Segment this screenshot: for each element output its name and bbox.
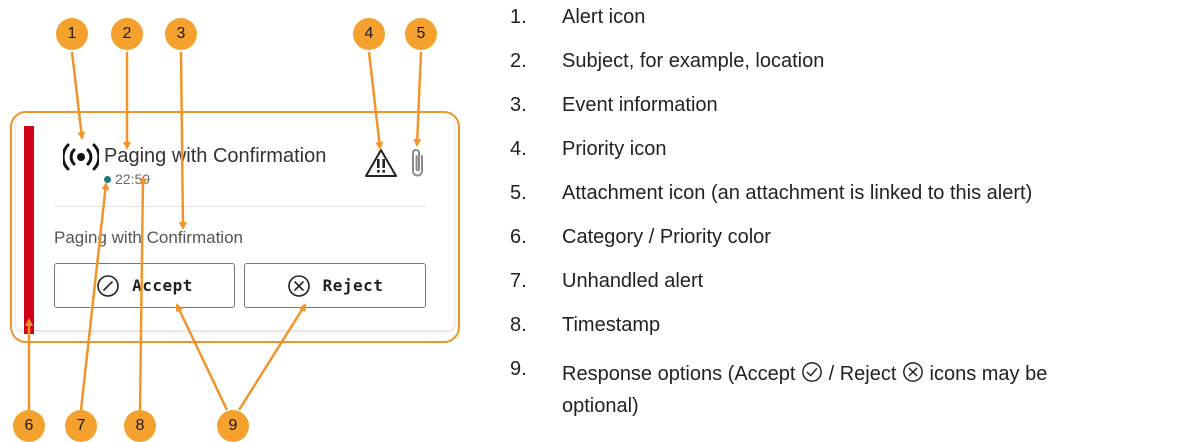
accept-button[interactable]: Accept (54, 263, 235, 308)
circle-x-icon (287, 274, 310, 297)
alert-subject: Paging with Confirmation (104, 145, 327, 167)
legend-number: 8. (510, 314, 527, 336)
legend-text: Priority icon (562, 138, 667, 160)
legend-number: 9. (510, 358, 527, 380)
legend-text-part: optional) (562, 395, 639, 417)
accept-button-label: Accept (132, 276, 193, 295)
callout-marker-5: 5 (405, 18, 437, 50)
legend-text: Event information (562, 94, 718, 116)
paperclip-icon[interactable] (409, 146, 427, 180)
priority-color-bar (24, 126, 34, 334)
callout-marker-2: 2 (111, 18, 143, 50)
callout-marker-7: 7 (65, 410, 97, 442)
event-information: Paging with Confirmation (54, 228, 243, 247)
callout-marker-3: 3 (165, 18, 197, 50)
legend-text: Alert icon (562, 6, 646, 28)
legend-text-part: Response options (Accept (562, 363, 802, 385)
reject-button[interactable]: Reject (244, 263, 426, 308)
legend-number: 1. (510, 6, 527, 28)
unhandled-indicator (104, 176, 111, 183)
legend-text: Attachment icon (an attachment is linked… (562, 182, 1033, 204)
callout-marker-4: 4 (353, 18, 385, 50)
reject-button-label: Reject (322, 276, 384, 295)
warning-triangle-icon (365, 149, 397, 177)
legend-number: 4. (510, 138, 527, 160)
legend-text: Subject, for example, location (562, 50, 825, 72)
legend-text-part: / Reject (823, 363, 902, 385)
callout-marker-6: 6 (13, 410, 45, 442)
legend-text: Timestamp (562, 314, 661, 336)
legend-number: 2. (510, 50, 527, 72)
annotated-alert-figure: Paging with Confirmation 22:59 Paging wi… (0, 0, 1198, 442)
legend-text: Response options (Accept / Reject icons … (562, 358, 1192, 422)
legend-text: Unhandled alert (562, 270, 704, 292)
legend-number: 5. (510, 182, 527, 204)
broadcast-icon (63, 143, 99, 171)
legend-text-part: icons may be (923, 363, 1048, 385)
legend-number: 7. (510, 270, 527, 292)
legend-text: Category / Priority color (562, 226, 771, 248)
alert-timestamp: 22:59 (115, 171, 151, 187)
circle-x-icon (903, 362, 923, 382)
card-divider (54, 206, 426, 207)
callout-marker-1: 1 (56, 18, 88, 50)
circle-slash-icon (97, 274, 119, 297)
callout-marker-8: 8 (124, 410, 156, 442)
callout-marker-9: 9 (217, 410, 249, 442)
circle-check-icon (802, 362, 822, 382)
legend-number: 3. (510, 94, 527, 116)
legend-number: 6. (510, 226, 527, 248)
